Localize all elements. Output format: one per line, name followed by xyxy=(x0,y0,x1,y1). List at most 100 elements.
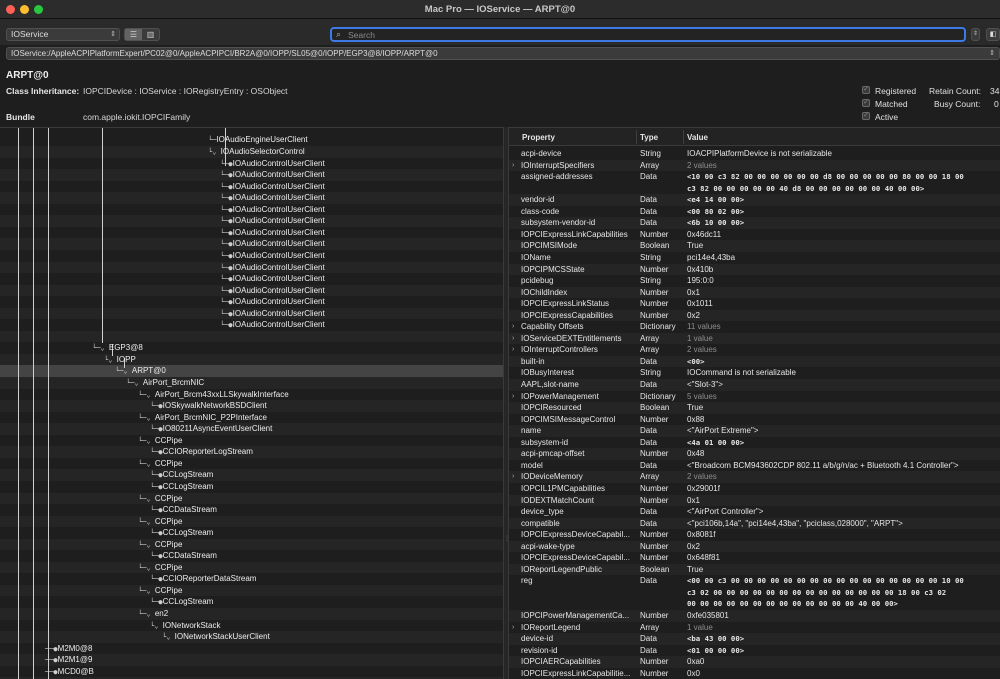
property-row[interactable]: IOReportLegendPublic Boolean True xyxy=(509,563,1000,576)
tree-node[interactable]: └─⌄ EGP3@8 xyxy=(92,342,143,354)
disclosure-chevron-icon[interactable]: › xyxy=(512,160,514,172)
tree-node[interactable]: └─⌄ en2 xyxy=(138,608,168,620)
plane-selector[interactable]: IOService ⇕ xyxy=(6,28,120,41)
tree-node[interactable]: └─⌄ ARPT@0 xyxy=(115,365,166,377)
tree-node[interactable]: └⌄ IOAudioSelectorControl xyxy=(208,146,305,158)
inspector-toggle-button[interactable]: ◧ xyxy=(986,28,1000,41)
property-row[interactable]: name Data <"AirPort Extreme"> xyxy=(509,425,1000,437)
property-row[interactable]: revision-id Data <01 00 00 00> xyxy=(509,645,1000,657)
disclosure-chevron-icon[interactable]: └⌄ xyxy=(104,356,117,364)
property-row[interactable]: › IOPowerManagement Dictionary 5 values xyxy=(509,391,1000,403)
property-row[interactable]: IOPCIExpressDeviceCapabil... Number 0x648f… xyxy=(509,552,1000,564)
tree-node[interactable]: └─●CCLogStream xyxy=(150,527,213,539)
disclosure-chevron-icon[interactable]: └─⌄ xyxy=(138,495,155,503)
tree-row[interactable] xyxy=(0,538,503,551)
tree-node[interactable]: └─●IOAudioControlUserClient xyxy=(220,273,325,285)
property-row[interactable]: IOPCIMSIMessageControl Number 0x88 xyxy=(509,414,1000,426)
tree-node[interactable]: └─⌄ CCPipe xyxy=(138,539,182,551)
tree-row[interactable] xyxy=(0,353,503,366)
tree-node[interactable]: └─●IOAudioControlUserClient xyxy=(220,250,325,262)
property-row[interactable]: AAPL,slot-name Data <"Slot-3"> xyxy=(509,379,1000,391)
tree-node[interactable]: └─●CCLogStream xyxy=(150,481,213,493)
property-row[interactable]: subsystem-id Data <4a 01 00 00> xyxy=(509,437,1000,449)
tree-node[interactable]: └─⌄ AirPort_BrcmNIC xyxy=(126,377,204,389)
tree-node[interactable]: └─●IOAudioControlUserClient xyxy=(220,262,325,274)
tree-row[interactable] xyxy=(0,458,503,470)
disclosure-chevron-icon[interactable]: └─⌄ xyxy=(138,564,155,572)
property-table[interactable]: Property Type Value acpi-device String IOA… xyxy=(509,127,1000,679)
tree-node[interactable]: └─●IOAudioControlUserClient xyxy=(220,192,325,204)
disclosure-chevron-icon[interactable]: └─⌄ xyxy=(126,379,143,387)
property-row[interactable]: reg Data <00 00 c3 00 00 00 00 00 00 00 00… xyxy=(509,575,1000,610)
disclosure-chevron-icon[interactable]: › xyxy=(512,622,514,634)
property-row[interactable]: acpi-device String IOACPIPlatformDevice is… xyxy=(509,148,1000,160)
column-divider[interactable] xyxy=(683,130,684,144)
tree-row[interactable] xyxy=(0,608,503,620)
tree-row[interactable] xyxy=(0,330,503,343)
tree-node[interactable]: ──●M2M1@9 xyxy=(45,654,92,666)
disclosure-chevron-icon[interactable]: └⌄ xyxy=(162,633,175,641)
property-row[interactable]: IOPCIExpressCapabilities Number 0x2 xyxy=(509,309,1000,322)
disclosure-chevron-icon[interactable]: › xyxy=(512,344,514,356)
property-row[interactable]: device-id Data <ba 43 00 00> xyxy=(509,633,1000,645)
column-header-property[interactable]: Property xyxy=(522,133,555,142)
tree-node[interactable]: └─●IOSkywalkNetworkBSDClient xyxy=(150,400,267,412)
disclosure-chevron-icon[interactable]: └─⌄ xyxy=(138,460,155,468)
tree-node[interactable]: └─⌄ CCPipe xyxy=(138,562,182,574)
tree-node[interactable]: └─●CCLogStream xyxy=(150,469,213,481)
disclosure-chevron-icon[interactable]: └─⌄ xyxy=(115,367,132,375)
disclosure-chevron-icon[interactable]: └─⌄ xyxy=(138,437,155,445)
property-row[interactable]: › IODeviceMemory Array 2 values xyxy=(509,471,1000,483)
property-row[interactable]: class-code Data <00 80 02 00> xyxy=(509,206,1000,218)
tree-node[interactable]: └⌄ IONetworkStackUserClient xyxy=(162,631,270,643)
property-row[interactable]: IOName String pci14e4,43ba xyxy=(509,252,1000,264)
property-row[interactable]: pcidebug String 195:0:0 xyxy=(509,275,1000,287)
disclosure-chevron-icon[interactable]: └⌄ xyxy=(150,622,163,630)
tree-row[interactable] xyxy=(0,550,503,562)
tree-node[interactable]: └─●CCLogStream xyxy=(150,596,213,608)
list-view-button[interactable]: ☰ xyxy=(125,29,142,40)
tree-node[interactable]: └─●CCIOReporterLogStream xyxy=(150,446,253,458)
property-row[interactable]: IOPCIResourced Boolean True xyxy=(509,402,1000,414)
disclosure-chevron-icon[interactable]: › xyxy=(512,391,514,403)
disclosure-chevron-icon[interactable]: └─⌄ xyxy=(138,414,155,422)
tree-row[interactable] xyxy=(0,620,503,632)
search-field[interactable]: ⌕ xyxy=(330,27,966,42)
disclosure-chevron-icon[interactable]: └─⌄ xyxy=(138,587,155,595)
property-row[interactable]: acpi-wake-type Number 0x2 xyxy=(509,540,1000,553)
tree-node[interactable]: └─●IOAudioControlUserClient xyxy=(220,296,325,308)
property-row[interactable]: IOPCIPMCSState Number 0x410b xyxy=(509,263,1000,276)
tree-node[interactable]: └─IOAudioEngineUserClient xyxy=(208,134,308,146)
column-header-type[interactable]: Type xyxy=(640,133,658,142)
tree-node[interactable]: └─⌄ CCPipe xyxy=(138,516,182,528)
tree-node[interactable]: └─●CCDataStream xyxy=(150,550,217,562)
property-row[interactable]: IOPCIPowerManagementCa... Number 0xfe03580… xyxy=(509,610,1000,622)
property-row[interactable]: device_type Data <"AirPort Controller"> xyxy=(509,506,1000,518)
tree-row[interactable] xyxy=(0,342,503,354)
property-row[interactable]: › IOInterruptControllers Array 2 values xyxy=(509,344,1000,356)
property-row[interactable]: IOPCIExpressLinkCapabilitie... Number 0x0 xyxy=(509,668,1000,679)
tree-node[interactable]: └─●IOAudioControlUserClient xyxy=(220,181,325,193)
property-row[interactable]: assigned-addresses Data <10 00 c3 82 00 00… xyxy=(509,171,1000,194)
tree-row[interactable] xyxy=(0,469,503,481)
column-view-button[interactable]: ▥ xyxy=(142,29,159,40)
tree-row[interactable] xyxy=(0,504,503,516)
column-header-value[interactable]: Value xyxy=(687,133,708,142)
property-row[interactable]: IOPCIMSIMode Boolean True xyxy=(509,240,1000,252)
disclosure-chevron-icon[interactable]: └⌄ xyxy=(208,148,221,156)
tree-row-selected[interactable] xyxy=(0,365,503,377)
path-selector[interactable]: IOService:/AppleACPIPlatformExpert/PC02@… xyxy=(6,47,1000,60)
tree-row[interactable] xyxy=(0,584,503,597)
tree-node[interactable]: └─●IOAudioControlUserClient xyxy=(220,285,325,297)
tree-node[interactable]: └─⌄ CCPipe xyxy=(138,458,182,470)
tree-row[interactable] xyxy=(0,561,503,574)
tree-node[interactable]: └─●IOAudioControlUserClient xyxy=(220,227,325,239)
registry-tree[interactable]: └─IOAudioEngineUserClient └⌄ IOAudioSelec… xyxy=(0,127,503,679)
tree-node[interactable]: └─●IOAudioControlUserClient xyxy=(220,158,325,170)
property-row[interactable]: compatible Data <"pci106b,14a", "pci14e4,4… xyxy=(509,517,1000,530)
search-options-button[interactable]: ⇕ xyxy=(971,28,980,41)
tree-node[interactable]: └─●IO80211AsyncEventUserClient xyxy=(150,423,272,435)
tree-row[interactable] xyxy=(0,596,503,608)
tree-row[interactable] xyxy=(0,492,503,505)
tree-node[interactable]: └─⌄ CCPipe xyxy=(138,435,182,447)
